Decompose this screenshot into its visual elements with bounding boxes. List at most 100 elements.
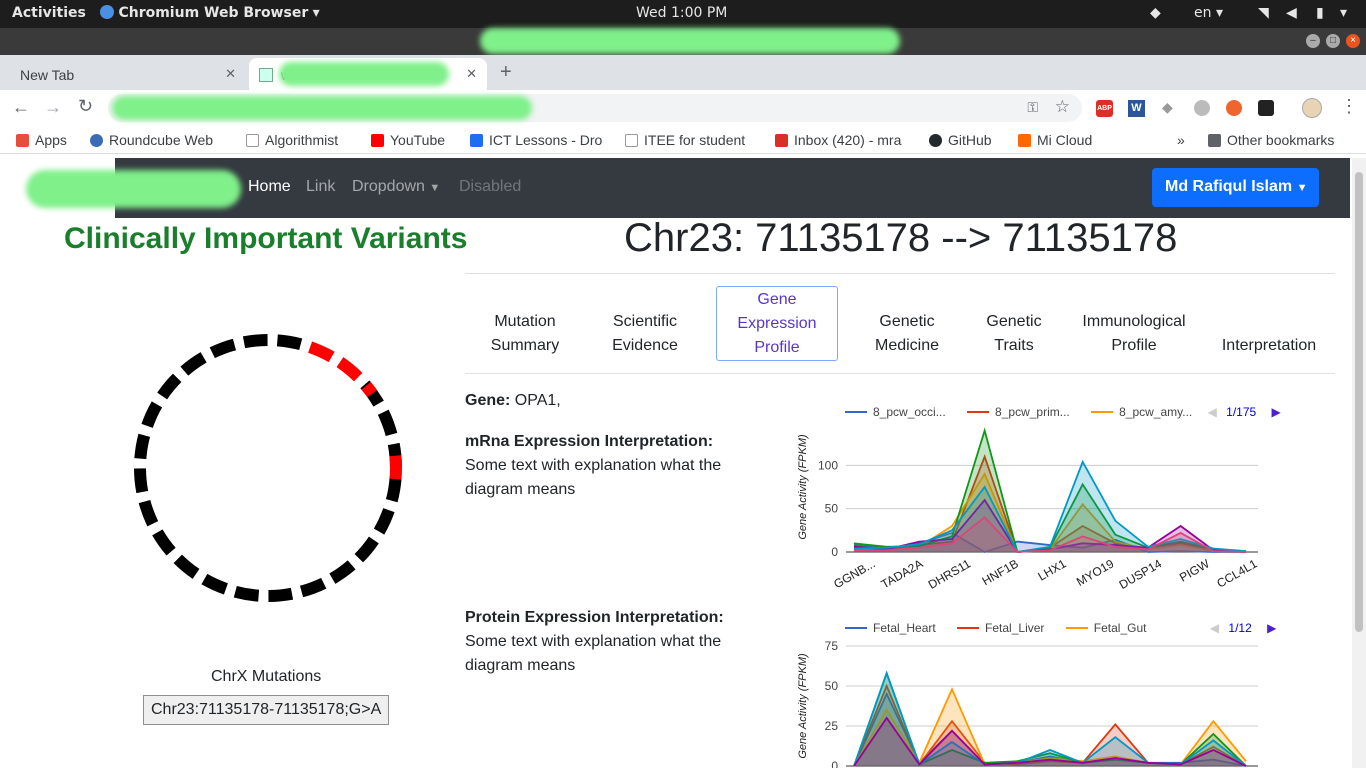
- apps-grid-icon: [16, 134, 29, 147]
- gene-value: OPA1,: [514, 392, 561, 409]
- legend-next-icon[interactable]: ▶: [1267, 621, 1276, 635]
- ring-segment[interactable]: [276, 334, 303, 351]
- ring-segment[interactable]: [209, 338, 237, 359]
- ring-segment[interactable]: [373, 508, 395, 535]
- profile-avatar[interactable]: [1302, 98, 1322, 118]
- tab-genetic-medicine[interactable]: Genetic Medicine: [862, 310, 952, 358]
- network-icon[interactable]: ◥: [1258, 5, 1269, 21]
- legend-item[interactable]: Fetal_Liver: [957, 621, 1044, 635]
- bookmark-star-icon[interactable]: ☆: [1055, 97, 1070, 117]
- legend-prev-icon[interactable]: ◀: [1210, 621, 1219, 635]
- nav-home[interactable]: Home: [248, 178, 291, 196]
- volume-icon[interactable]: ◀: [1286, 5, 1297, 21]
- ring-segment[interactable]: [354, 536, 379, 563]
- ring-segment[interactable]: [157, 373, 182, 400]
- legend-item[interactable]: 8_pcw_occi...: [845, 405, 946, 419]
- ring-mutation-mark[interactable]: [389, 455, 402, 480]
- ring-mutation-mark[interactable]: [361, 381, 378, 398]
- ring-segment[interactable]: [233, 585, 260, 602]
- dropbox-tray-icon[interactable]: ◆: [1150, 5, 1161, 21]
- ring-segments: [134, 334, 402, 602]
- bookmark-apps[interactable]: Apps: [16, 132, 67, 148]
- power-menu-icon[interactable]: ▾: [1340, 5, 1347, 21]
- ring-segment[interactable]: [308, 341, 335, 363]
- legend-prev-icon[interactable]: ◀: [1208, 405, 1217, 419]
- legend-pager: 1/12: [1228, 621, 1252, 635]
- extension-icon[interactable]: [1226, 100, 1242, 116]
- bookmarks-overflow-button[interactable]: »: [1177, 132, 1185, 148]
- ring-segment[interactable]: [299, 577, 327, 598]
- page-scrollbar[interactable]: [1352, 158, 1366, 768]
- tab-mutation-summary[interactable]: Mutation Summary: [476, 310, 574, 358]
- word-extension-icon[interactable]: W: [1128, 100, 1145, 117]
- bookmark-algorithmist[interactable]: Algorithmist: [246, 132, 338, 148]
- ring-segment[interactable]: [134, 433, 151, 460]
- blurred-brand: [26, 170, 241, 208]
- ring-segment[interactable]: [152, 529, 176, 556]
- app-menu[interactable]: Chromium Web Browser ▾: [100, 5, 320, 21]
- nav-link[interactable]: Link: [306, 178, 335, 196]
- tab-new-tab[interactable]: New Tab ✕: [0, 58, 246, 90]
- user-menu-button[interactable]: Md Rafiqul Islam ▼: [1152, 168, 1319, 207]
- clock[interactable]: Wed 1:00 PM: [636, 5, 727, 21]
- tab-scientific-evidence[interactable]: Scientific Evidence: [596, 310, 694, 358]
- extension-icon[interactable]: [1194, 100, 1210, 116]
- key-icon[interactable]: ⚿: [1027, 99, 1038, 116]
- ring-segment[interactable]: [180, 352, 207, 376]
- forward-arrow-icon[interactable]: →: [44, 97, 62, 118]
- tab-gene-expression-profile[interactable]: Gene Expression Profile: [716, 286, 838, 361]
- legend-item[interactable]: 8_pcw_amy...: [1091, 405, 1192, 419]
- bookmark-youtube[interactable]: YouTube: [371, 132, 445, 148]
- x-tick-label: DHRS11: [926, 556, 974, 592]
- tab-active-page[interactable]: w ✕: [249, 58, 487, 90]
- maximize-button[interactable]: □: [1326, 34, 1340, 48]
- legend-item[interactable]: Fetal_Heart: [845, 621, 936, 635]
- address-bar[interactable]: ⚿ ☆: [108, 94, 1082, 122]
- ring-segment[interactable]: [268, 587, 294, 602]
- tab-immunological-profile[interactable]: Immunological Profile: [1076, 310, 1192, 358]
- browser-menu-icon[interactable]: ⋮: [1340, 96, 1358, 117]
- activities-button[interactable]: Activities: [12, 5, 86, 21]
- x-tick-label: HNF1B: [980, 556, 1021, 588]
- ring-segment[interactable]: [242, 334, 268, 349]
- ring-segment[interactable]: [201, 573, 228, 595]
- bookmark-inbox[interactable]: Inbox (420) - mra: [775, 132, 911, 148]
- nav-dropdown[interactable]: Dropdown ▼: [352, 178, 440, 196]
- close-tab-icon[interactable]: ✕: [225, 66, 236, 82]
- back-arrow-icon[interactable]: ←: [12, 97, 30, 118]
- other-bookmarks[interactable]: Other bookmarks: [1208, 132, 1334, 148]
- ring-segment[interactable]: [134, 468, 149, 494]
- bookmark-github[interactable]: GitHub: [929, 132, 992, 148]
- close-window-button[interactable]: ×: [1346, 34, 1360, 48]
- bookmark-itee[interactable]: ITEE for student: [625, 132, 745, 148]
- legend-item[interactable]: 8_pcw_prim...: [967, 405, 1070, 419]
- x-tick-label: GGNB...: [831, 556, 877, 591]
- language-indicator[interactable]: en ▾: [1194, 5, 1223, 21]
- y-tick-label: 0: [831, 759, 838, 768]
- new-tab-plus-icon[interactable]: +: [500, 61, 512, 84]
- bookmark-mi-cloud[interactable]: Mi Cloud: [1018, 132, 1092, 148]
- mutation-button[interactable]: Chr23:71135178-71135178;G>A: [143, 695, 389, 725]
- scrollbar-thumb[interactable]: [1355, 172, 1363, 632]
- close-tab-icon[interactable]: ✕: [466, 66, 477, 82]
- ring-segment[interactable]: [385, 476, 402, 503]
- adblock-extension-icon[interactable]: ABP: [1096, 100, 1113, 117]
- reload-icon[interactable]: ↻: [78, 96, 93, 117]
- ring-segment[interactable]: [336, 357, 363, 382]
- tab-interpretation[interactable]: Interpretation: [1214, 310, 1324, 358]
- legend-next-icon[interactable]: ▶: [1272, 405, 1281, 419]
- minimize-button[interactable]: –: [1306, 34, 1320, 48]
- gene-info: Gene: OPA1,: [465, 392, 561, 409]
- dropbox-extension-icon[interactable]: ◆: [1162, 99, 1173, 116]
- battery-icon[interactable]: ▮: [1316, 5, 1324, 21]
- extension-icon[interactable]: [1258, 100, 1274, 116]
- bookmark-roundcube[interactable]: Roundcube Web: [90, 132, 224, 148]
- ring-segment[interactable]: [329, 560, 356, 584]
- bookmark-ict-lessons[interactable]: ICT Lessons - Dro: [470, 132, 606, 148]
- ring-segment[interactable]: [377, 409, 398, 437]
- tab-genetic-traits[interactable]: Genetic Traits: [974, 310, 1054, 358]
- ring-segment[interactable]: [173, 554, 200, 579]
- legend-item[interactable]: Fetal_Gut: [1065, 621, 1146, 635]
- ring-segment[interactable]: [141, 401, 163, 428]
- ring-segment[interactable]: [138, 499, 159, 527]
